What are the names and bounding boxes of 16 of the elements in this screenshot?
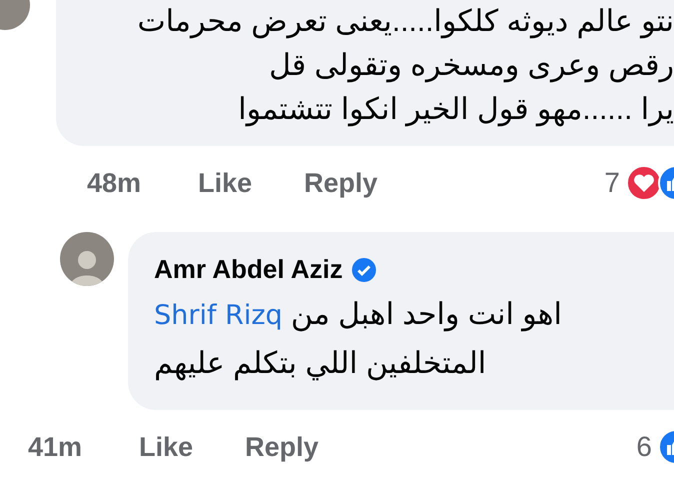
reply-button[interactable]: Reply xyxy=(245,432,345,462)
reply-button[interactable]: Reply xyxy=(304,168,404,198)
timestamp[interactable]: 41m xyxy=(28,432,139,462)
timestamp[interactable]: 48m xyxy=(87,168,198,198)
like-button[interactable]: Like xyxy=(198,168,304,198)
comment-text-line: رقص وعرى ومسخره وتقولى قل xyxy=(268,48,674,84)
like-button[interactable]: Like xyxy=(139,432,245,462)
reaction-count: 7 xyxy=(604,167,620,199)
comment-text-line: نتو عالم ديوثه كلكوا.....يعنى تعرض محرمات xyxy=(136,4,674,40)
heart-reaction-icon xyxy=(626,165,662,201)
author-name[interactable]: Amr Abdel Aziz xyxy=(154,254,343,285)
person-silhouette-icon xyxy=(70,248,104,286)
mention-link[interactable]: Shrif Rizq xyxy=(154,300,283,331)
reaction-count: 6 xyxy=(636,431,652,463)
avatar[interactable] xyxy=(60,232,114,286)
comment-text-line: يرا ......مهو قول الخير انكوا تتشتموا xyxy=(237,92,674,128)
